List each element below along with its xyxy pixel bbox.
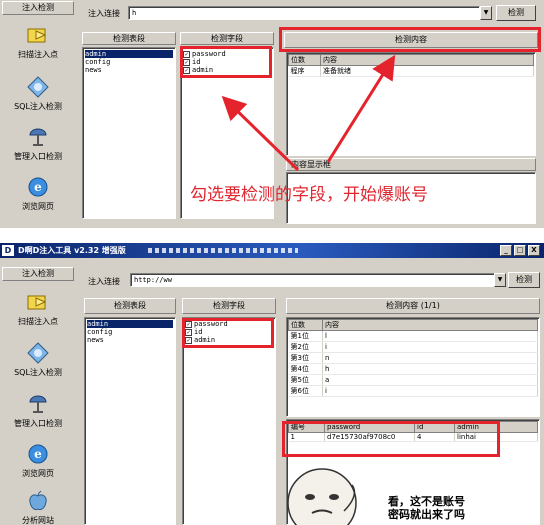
col-header: 位数 xyxy=(288,319,323,331)
close-button[interactable]: X xyxy=(528,245,540,256)
content-table: 位数 内容 程序 准备就绪 xyxy=(288,54,534,77)
meme-caption-line: 密码就出来了吗 xyxy=(388,508,465,521)
table-cell: 第4位 xyxy=(288,363,323,375)
meme-caption-line: 看，这不是账号 xyxy=(388,495,465,508)
tables-header: 检测表段 xyxy=(84,298,176,314)
tables-list[interactable]: admin config news xyxy=(82,47,176,219)
sql-globe-icon xyxy=(27,76,49,98)
table-cell: 第5位 xyxy=(288,374,323,386)
separator xyxy=(0,228,544,243)
fields-header: 检测字段 xyxy=(180,32,274,45)
sql-globe-icon xyxy=(27,342,49,364)
col-header: 内容 xyxy=(322,319,538,331)
url-dropdown-arrow[interactable]: ▼ xyxy=(494,273,506,287)
table-cell: i xyxy=(322,385,538,397)
admin-satellite-icon xyxy=(29,128,47,146)
highlight-fields xyxy=(182,318,274,348)
sidebar-item-sql[interactable]: SQL注入检测 xyxy=(0,76,76,116)
sidebar-item-browse[interactable]: e 浏览网页 xyxy=(0,443,76,483)
meme-caption: 看，这不是账号 密码就出来了吗 xyxy=(388,495,465,521)
table-cell: 准备就绪 xyxy=(320,65,534,77)
sidebar-item-browse[interactable]: e 浏览网页 xyxy=(0,176,76,216)
url-input[interactable]: http://ww xyxy=(130,273,496,287)
url-dropdown-arrow[interactable]: ▼ xyxy=(480,6,492,20)
sidebar-item-admin[interactable]: 管理入口检测 xyxy=(0,393,76,433)
meme-face-image xyxy=(287,468,357,525)
detect-button[interactable]: 检测 xyxy=(508,272,540,288)
url-label: 注入连接 xyxy=(88,9,120,18)
col-header: 内容 xyxy=(320,54,534,66)
fields-list[interactable]: ✓ password ✓ id ✓ admin xyxy=(182,317,276,525)
col-header: 位数 xyxy=(288,54,321,66)
app-icon: D xyxy=(2,245,14,256)
sidebar-item-admin[interactable]: 管理入口检测 xyxy=(0,126,76,166)
sidebar-header: 注入检测 xyxy=(2,267,74,281)
content-box: 位数 内容 第1位 l 第2位 i 第3位 n 第4位 h 第5位 a 第6位 i xyxy=(286,317,540,417)
table-item-config[interactable]: config xyxy=(85,58,173,66)
table-item-config[interactable]: config xyxy=(87,328,173,336)
sidebar-item-label: 管理入口检测 xyxy=(14,419,62,428)
sidebar-item-label: 分析网站 xyxy=(22,516,54,525)
sidebar-item-label: 管理入口检测 xyxy=(14,152,62,161)
annotation-text: 勾选要检测的字段，开始爆账号 xyxy=(190,185,428,205)
table-cell: a xyxy=(322,374,538,386)
sidebar-item-analyze[interactable]: 分析网站 xyxy=(0,490,76,525)
detect-button[interactable]: 检测 xyxy=(496,5,536,21)
folder-arrow-icon xyxy=(27,28,47,43)
minimize-button[interactable]: _ xyxy=(500,245,512,256)
table-cell: 第3位 xyxy=(288,352,323,364)
table-cell: i xyxy=(322,341,538,353)
highlight-results xyxy=(282,421,500,457)
window-title: D啊D注入工具 v2.32 增强版 xyxy=(18,246,126,255)
maximize-button[interactable]: □ xyxy=(514,245,526,256)
sidebar-header: 注入检测 xyxy=(2,1,74,15)
display-header: 内容显示框 xyxy=(286,158,536,171)
table-item-news[interactable]: news xyxy=(85,66,173,74)
top-screenshot: 注入检测 扫描注入点 SQL注入检测 管理入口检测 e 浏览网页 注入连接 h … xyxy=(0,0,544,228)
content-box: 位数 内容 程序 准备就绪 xyxy=(286,52,536,156)
sidebar-item-scan[interactable]: 扫描注入点 xyxy=(0,291,76,331)
sidebar-item-label: 扫描注入点 xyxy=(18,50,58,59)
sidebar-item-sql[interactable]: SQL注入检测 xyxy=(0,342,76,382)
table-cell: 程序 xyxy=(288,65,321,77)
ie-browser-icon: e xyxy=(28,444,48,464)
tables-list[interactable]: admin config news xyxy=(84,317,176,525)
table-cell: h xyxy=(322,363,538,375)
sidebar: 注入检测 扫描注入点 SQL注入检测 管理入口检测 e 浏览网页 分析网站 xyxy=(0,258,76,525)
sidebar: 注入检测 扫描注入点 SQL注入检测 管理入口检测 e 浏览网页 xyxy=(0,0,76,228)
window-titlebar: D D啊D注入工具 v2.32 增强版 _ □ X xyxy=(0,243,544,258)
sidebar-item-label: 浏览网页 xyxy=(22,469,54,478)
table-cell: n xyxy=(322,352,538,364)
table-cell: l xyxy=(322,330,538,342)
sidebar-item-label: SQL注入检测 xyxy=(14,102,62,111)
content-table: 位数 内容 第1位 l 第2位 i 第3位 n 第4位 h 第5位 a 第6位 i xyxy=(288,319,538,397)
url-input[interactable]: h xyxy=(128,6,480,20)
sidebar-item-label: 扫描注入点 xyxy=(18,317,58,326)
url-label: 注入连接 xyxy=(88,277,120,286)
table-cell: 第1位 xyxy=(288,330,323,342)
svg-text:e: e xyxy=(34,447,42,461)
sidebar-item-label: SQL注入检测 xyxy=(14,368,62,377)
apple-icon xyxy=(29,490,47,511)
sidebar-item-scan[interactable]: 扫描注入点 xyxy=(0,24,76,64)
bottom-screenshot: D D啊D注入工具 v2.32 增强版 _ □ X 注入检测 扫描注入点 SQL… xyxy=(0,243,544,525)
highlight-content-header xyxy=(279,27,541,52)
ie-browser-icon: e xyxy=(28,177,48,197)
highlight-fields xyxy=(180,46,272,78)
fields-header: 检测字段 xyxy=(182,298,276,314)
table-item-admin[interactable]: admin xyxy=(87,320,173,328)
table-item-news[interactable]: news xyxy=(87,336,173,344)
content-header: 检测内容 (1/1) xyxy=(286,298,540,314)
admin-satellite-icon xyxy=(29,395,47,413)
svg-text:e: e xyxy=(34,180,42,194)
table-item-admin[interactable]: admin xyxy=(85,50,173,58)
table-cell: 第6位 xyxy=(288,385,323,397)
tables-header: 检测表段 xyxy=(82,32,176,45)
sidebar-item-label: 浏览网页 xyxy=(22,202,54,211)
table-cell: 第2位 xyxy=(288,341,323,353)
blurred-title-region xyxy=(148,248,298,253)
folder-arrow-icon xyxy=(27,295,47,310)
